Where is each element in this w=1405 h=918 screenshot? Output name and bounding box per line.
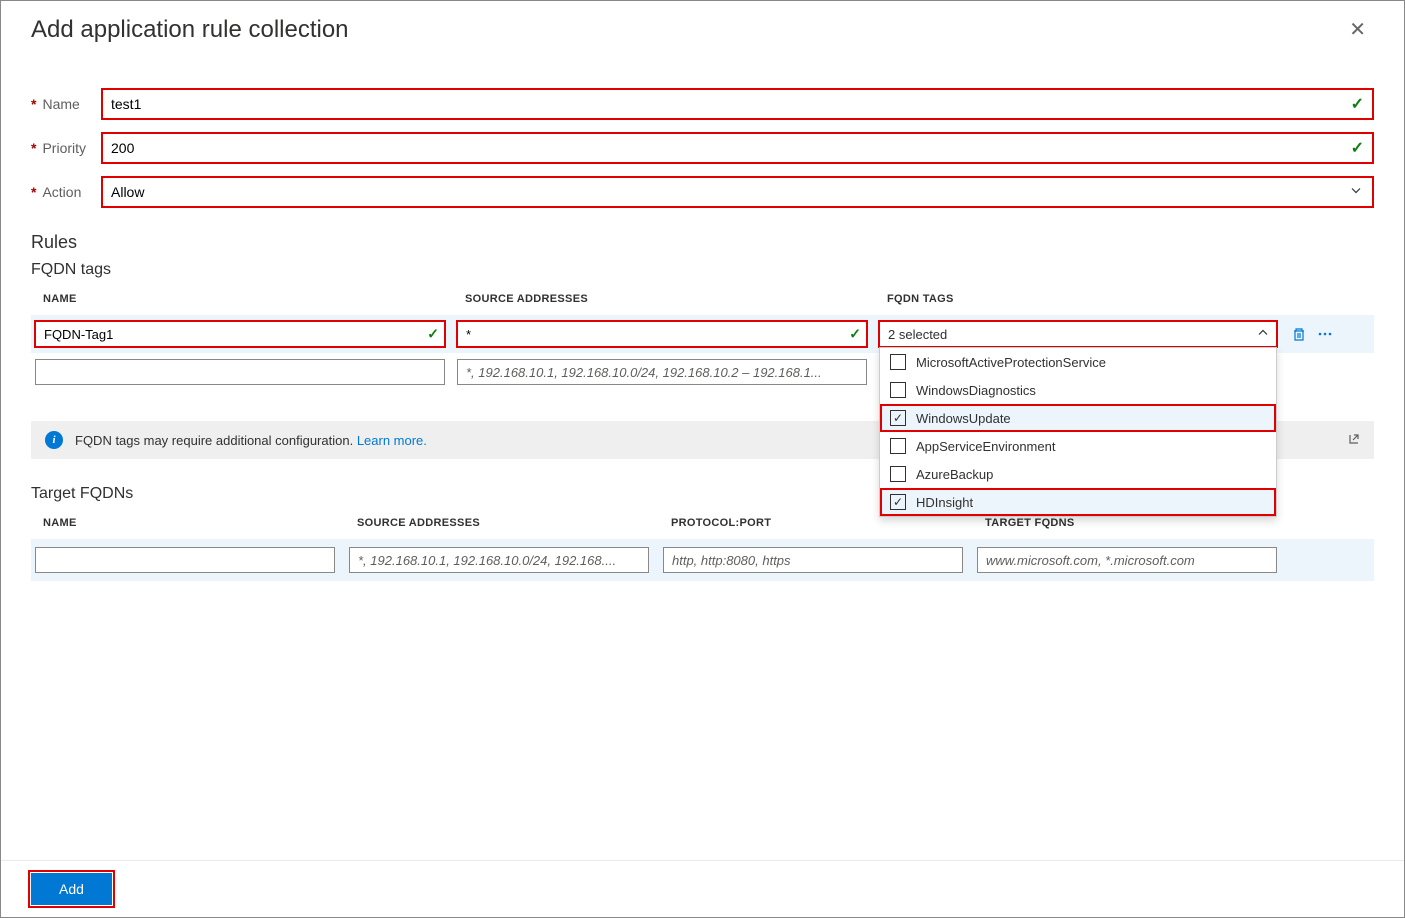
target-proto-input[interactable]	[663, 547, 963, 573]
col-name-header: NAME	[43, 517, 343, 529]
add-button[interactable]: Add	[31, 873, 112, 905]
required-indicator: *	[31, 184, 36, 200]
target-fqdn-input[interactable]	[977, 547, 1277, 573]
priority-input[interactable]	[103, 134, 1372, 162]
col-name-header: NAME	[43, 293, 453, 305]
external-link-icon[interactable]	[1346, 432, 1360, 449]
dropdown-option[interactable]: WindowsDiagnostics	[880, 376, 1276, 404]
close-icon[interactable]: ✕	[1341, 13, 1374, 46]
checkbox-icon	[890, 382, 906, 398]
fqdn-tags-multiselect[interactable]: 2 selected	[879, 321, 1277, 347]
action-select[interactable]	[103, 178, 1372, 206]
col-source-header: SOURCE ADDRESSES	[357, 517, 657, 529]
learn-more-link[interactable]: Learn more.	[357, 433, 427, 448]
page-title: Add application rule collection	[31, 16, 349, 44]
rules-heading: Rules	[31, 232, 1374, 253]
rule-source-input[interactable]	[457, 321, 867, 347]
rule-name-input[interactable]	[35, 321, 445, 347]
dropdown-option[interactable]: AppServiceEnvironment	[880, 432, 1276, 460]
checkbox-icon	[890, 438, 906, 454]
chevron-up-icon	[1257, 327, 1269, 342]
col-proto-header: PROTOCOL:PORT	[671, 517, 971, 529]
col-target-header: TARGET FQDNS	[985, 517, 1374, 529]
check-icon: ✓	[427, 326, 439, 343]
checkbox-icon	[890, 354, 906, 370]
required-indicator: *	[31, 96, 36, 112]
rule-name-input[interactable]	[35, 359, 445, 385]
checkbox-icon	[890, 466, 906, 482]
name-input[interactable]	[103, 90, 1372, 118]
dropdown-option[interactable]: ✓ WindowsUpdate	[880, 404, 1276, 432]
info-text: FQDN tags may require additional configu…	[75, 433, 357, 448]
action-label: * Action	[31, 184, 101, 200]
fqdn-tags-dropdown: MicrosoftActiveProtectionService Windows…	[879, 347, 1277, 517]
rule-source-input[interactable]	[457, 359, 867, 385]
dropdown-option[interactable]: MicrosoftActiveProtectionService	[880, 348, 1276, 376]
fqdn-tags-heading: FQDN tags	[31, 261, 1374, 279]
more-icon[interactable]	[1315, 324, 1335, 344]
target-name-input[interactable]	[35, 547, 335, 573]
col-tags-header: FQDN TAGS	[887, 293, 1374, 305]
target-source-input[interactable]	[349, 547, 649, 573]
col-source-header: SOURCE ADDRESSES	[465, 293, 875, 305]
required-indicator: *	[31, 140, 36, 156]
priority-label: * Priority	[31, 140, 101, 156]
dropdown-option[interactable]: ✓ HDInsight	[880, 488, 1276, 516]
check-icon: ✓	[1351, 138, 1364, 158]
checkbox-checked-icon: ✓	[890, 410, 906, 426]
target-fqdn-row	[31, 539, 1374, 581]
fqdn-rule-row: ✓ ✓ 2 selected MicrosoftActiveProtection…	[31, 315, 1374, 353]
info-icon: i	[45, 431, 63, 449]
dropdown-option[interactable]: AzureBackup	[880, 460, 1276, 488]
check-icon: ✓	[1351, 94, 1364, 114]
name-label: * Name	[31, 96, 101, 112]
check-icon: ✓	[849, 326, 861, 343]
delete-icon[interactable]	[1289, 324, 1309, 344]
checkbox-checked-icon: ✓	[890, 494, 906, 510]
